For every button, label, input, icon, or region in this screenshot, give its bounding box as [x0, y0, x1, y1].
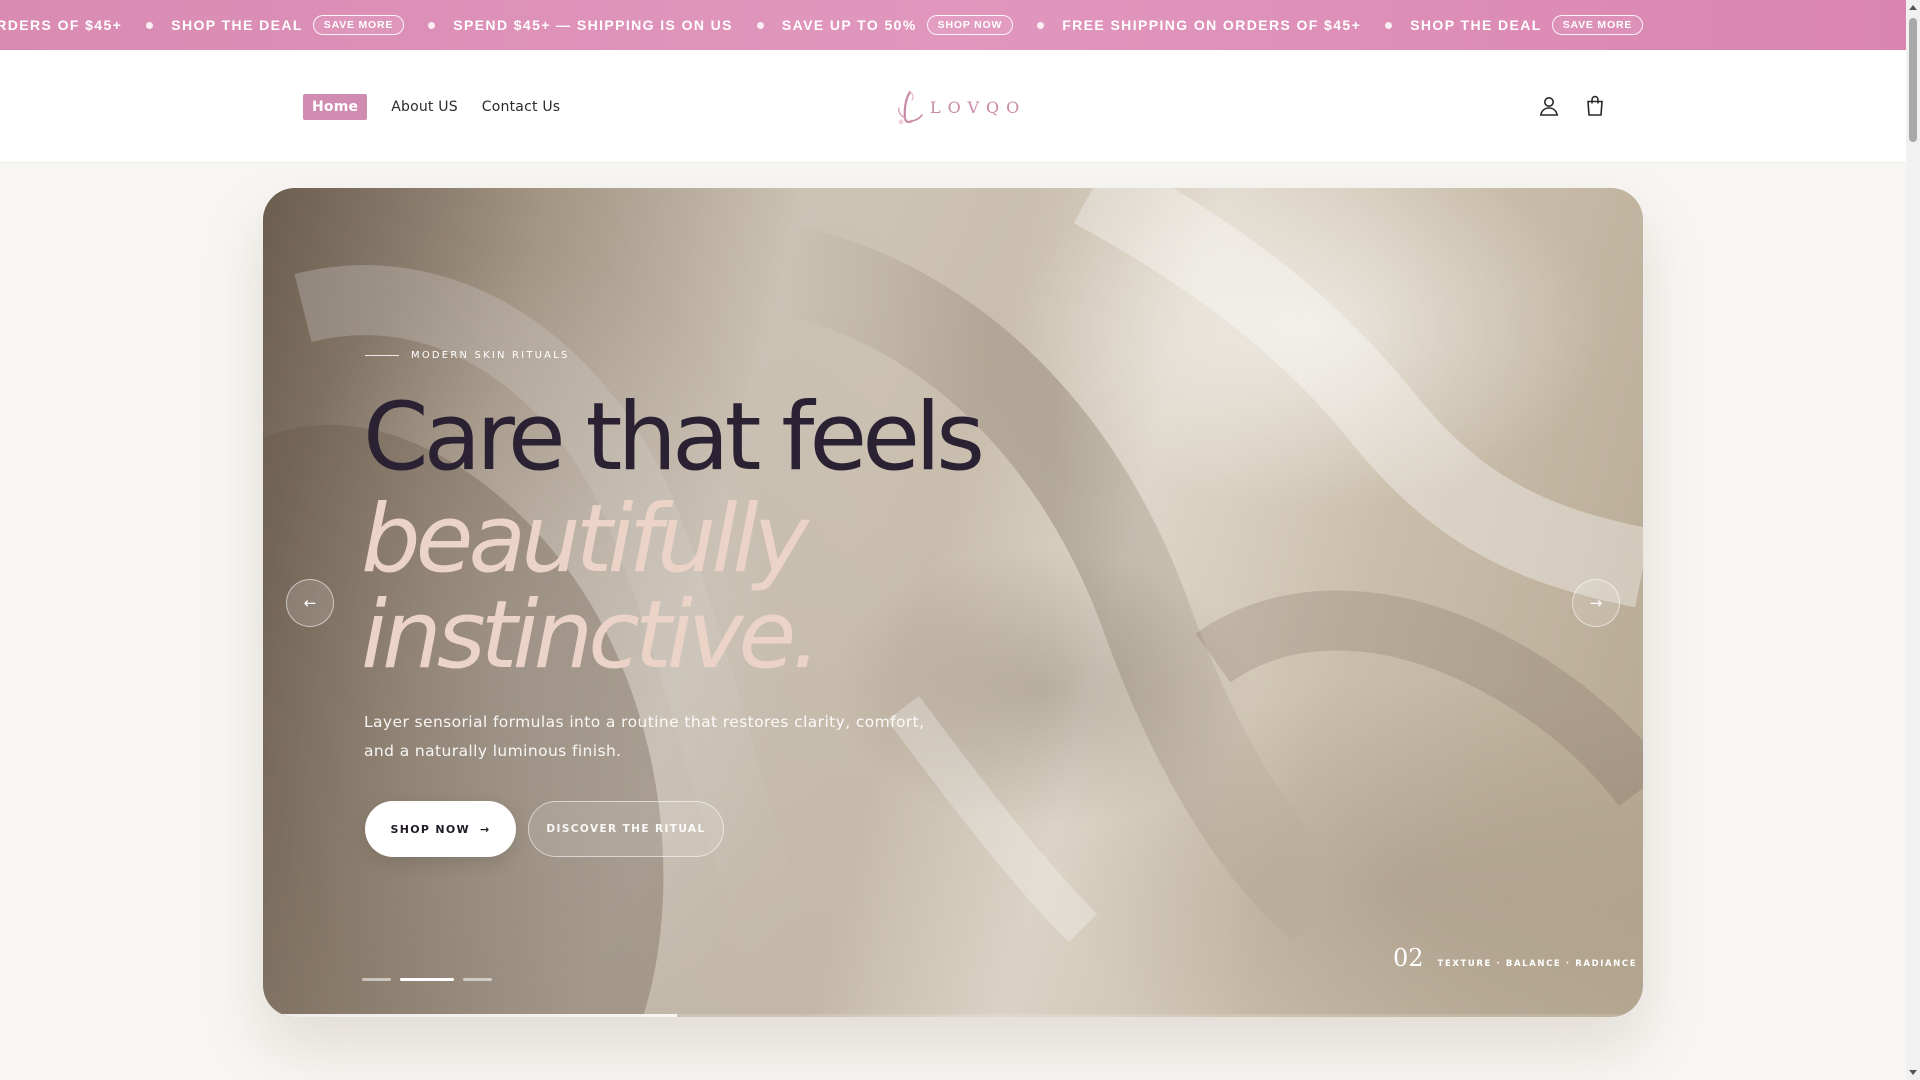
announcement-cta-pill[interactable]: SHOP NOW — [926, 15, 1014, 35]
scroll-up-icon[interactable] — [1909, 5, 1917, 10]
slide-progress-track — [263, 1014, 1643, 1017]
brand-logo[interactable]: LOVQO — [892, 88, 1026, 126]
arrow-right-icon: → — [1589, 594, 1603, 612]
hero-subcopy: Layer sensorial formulas into a routine … — [364, 713, 925, 760]
hero-eyebrow: MODERN SKIN RITUALS — [365, 350, 570, 361]
hero-headline-accent-2: instinctive. — [361, 581, 821, 690]
hero-headline-accent-1: beautifully — [361, 485, 809, 594]
shop-now-label: SHOP NOW — [390, 822, 470, 836]
announcement-item: SHOP THE DEAL SAVE MORE — [122, 0, 405, 50]
eyebrow-text: MODERN SKIN RITUALS — [411, 350, 570, 361]
account-icon[interactable] — [1537, 94, 1561, 118]
page-scrollbar[interactable] — [1906, 0, 1920, 1080]
announcement-text: FREE SHIPPING ON ORDERS OF $45+ — [1062, 17, 1362, 33]
logo-wordmark: LOVQO — [930, 97, 1027, 117]
announcement-bar: ORDERS OF $45+ SHOP THE DEAL SAVE MORE SPEN… — [0, 0, 1906, 50]
announcement-item: SAVE UP TO 50% SHOP NOW — [733, 0, 1014, 50]
announcement-text: SHOP THE DEAL — [1410, 17, 1542, 33]
scroll-thumb[interactable] — [1909, 18, 1917, 142]
slide-number: 02 — [1393, 944, 1424, 972]
hero-slider: MODERN SKIN RITUALS Care that feels beau… — [263, 188, 1643, 1017]
slide-dot[interactable] — [400, 978, 454, 981]
announcement-cta-pill[interactable]: SAVE MORE — [312, 15, 405, 35]
announcement-item: ORDERS OF $45+ — [0, 0, 122, 50]
announcement-text: SHOP THE DEAL — [171, 17, 303, 33]
slider-pagination — [362, 978, 492, 981]
scroll-down-icon[interactable] — [1909, 1070, 1917, 1075]
discover-ritual-label: DISCOVER THE RITUAL — [546, 823, 706, 835]
announcement-item: SHOP THE DEAL SAVE MORE — [1361, 0, 1644, 50]
logo-mark-icon — [898, 90, 923, 125]
announcement-cta-pill[interactable]: SAVE MORE — [1551, 15, 1644, 35]
announcement-item: FREE SHIPPING ON ORDERS OF $45+ — [1013, 0, 1361, 50]
announcement-text: SAVE UP TO 50% — [781, 17, 917, 33]
site-header: Home About US Contact Us LOVQO — [0, 50, 1906, 163]
slide-dot[interactable] — [362, 978, 391, 981]
slide-dot[interactable] — [463, 978, 492, 981]
slide-caption: TEXTURE · BALANCE · RADIANCE — [1437, 959, 1638, 969]
dot-separator-icon — [756, 21, 764, 29]
nav-item-home[interactable]: Home — [303, 94, 368, 120]
shop-now-button[interactable]: SHOP NOW → — [365, 801, 516, 857]
dot-separator-icon — [428, 21, 436, 29]
slider-prev-button[interactable]: ← — [286, 579, 334, 627]
dot-separator-icon — [146, 21, 154, 29]
dot-separator-icon — [1037, 21, 1045, 29]
announcement-text: ORDERS OF $45+ — [0, 17, 123, 33]
nav-item-about-us[interactable]: About US — [391, 99, 458, 115]
hero-headline: Care that feels — [363, 383, 985, 492]
slider-next-button[interactable]: → — [1572, 579, 1620, 627]
announcement-item: SPEND $45+ — SHIPPING IS ON US — [404, 0, 733, 50]
announcement-track: ORDERS OF $45+ SHOP THE DEAL SAVE MORE SPEN… — [0, 0, 1644, 50]
slide-progress-fill — [263, 1014, 677, 1017]
header-actions — [1537, 94, 1607, 118]
dot-separator-icon — [1385, 21, 1393, 29]
eyebrow-line — [365, 355, 399, 356]
announcement-text: SPEND $45+ — SHIPPING IS ON US — [453, 17, 733, 33]
nav-item-contact-us[interactable]: Contact Us — [482, 99, 560, 115]
cart-icon[interactable] — [1583, 94, 1607, 118]
main-nav: Home About US Contact Us — [303, 94, 560, 120]
arrow-right-icon: → — [479, 822, 491, 836]
arrow-left-icon: ← — [303, 594, 317, 612]
discover-ritual-button[interactable]: DISCOVER THE RITUAL — [528, 801, 724, 857]
slide-counter: 02 TEXTURE · BALANCE · RADIANCE — [1393, 944, 1637, 972]
